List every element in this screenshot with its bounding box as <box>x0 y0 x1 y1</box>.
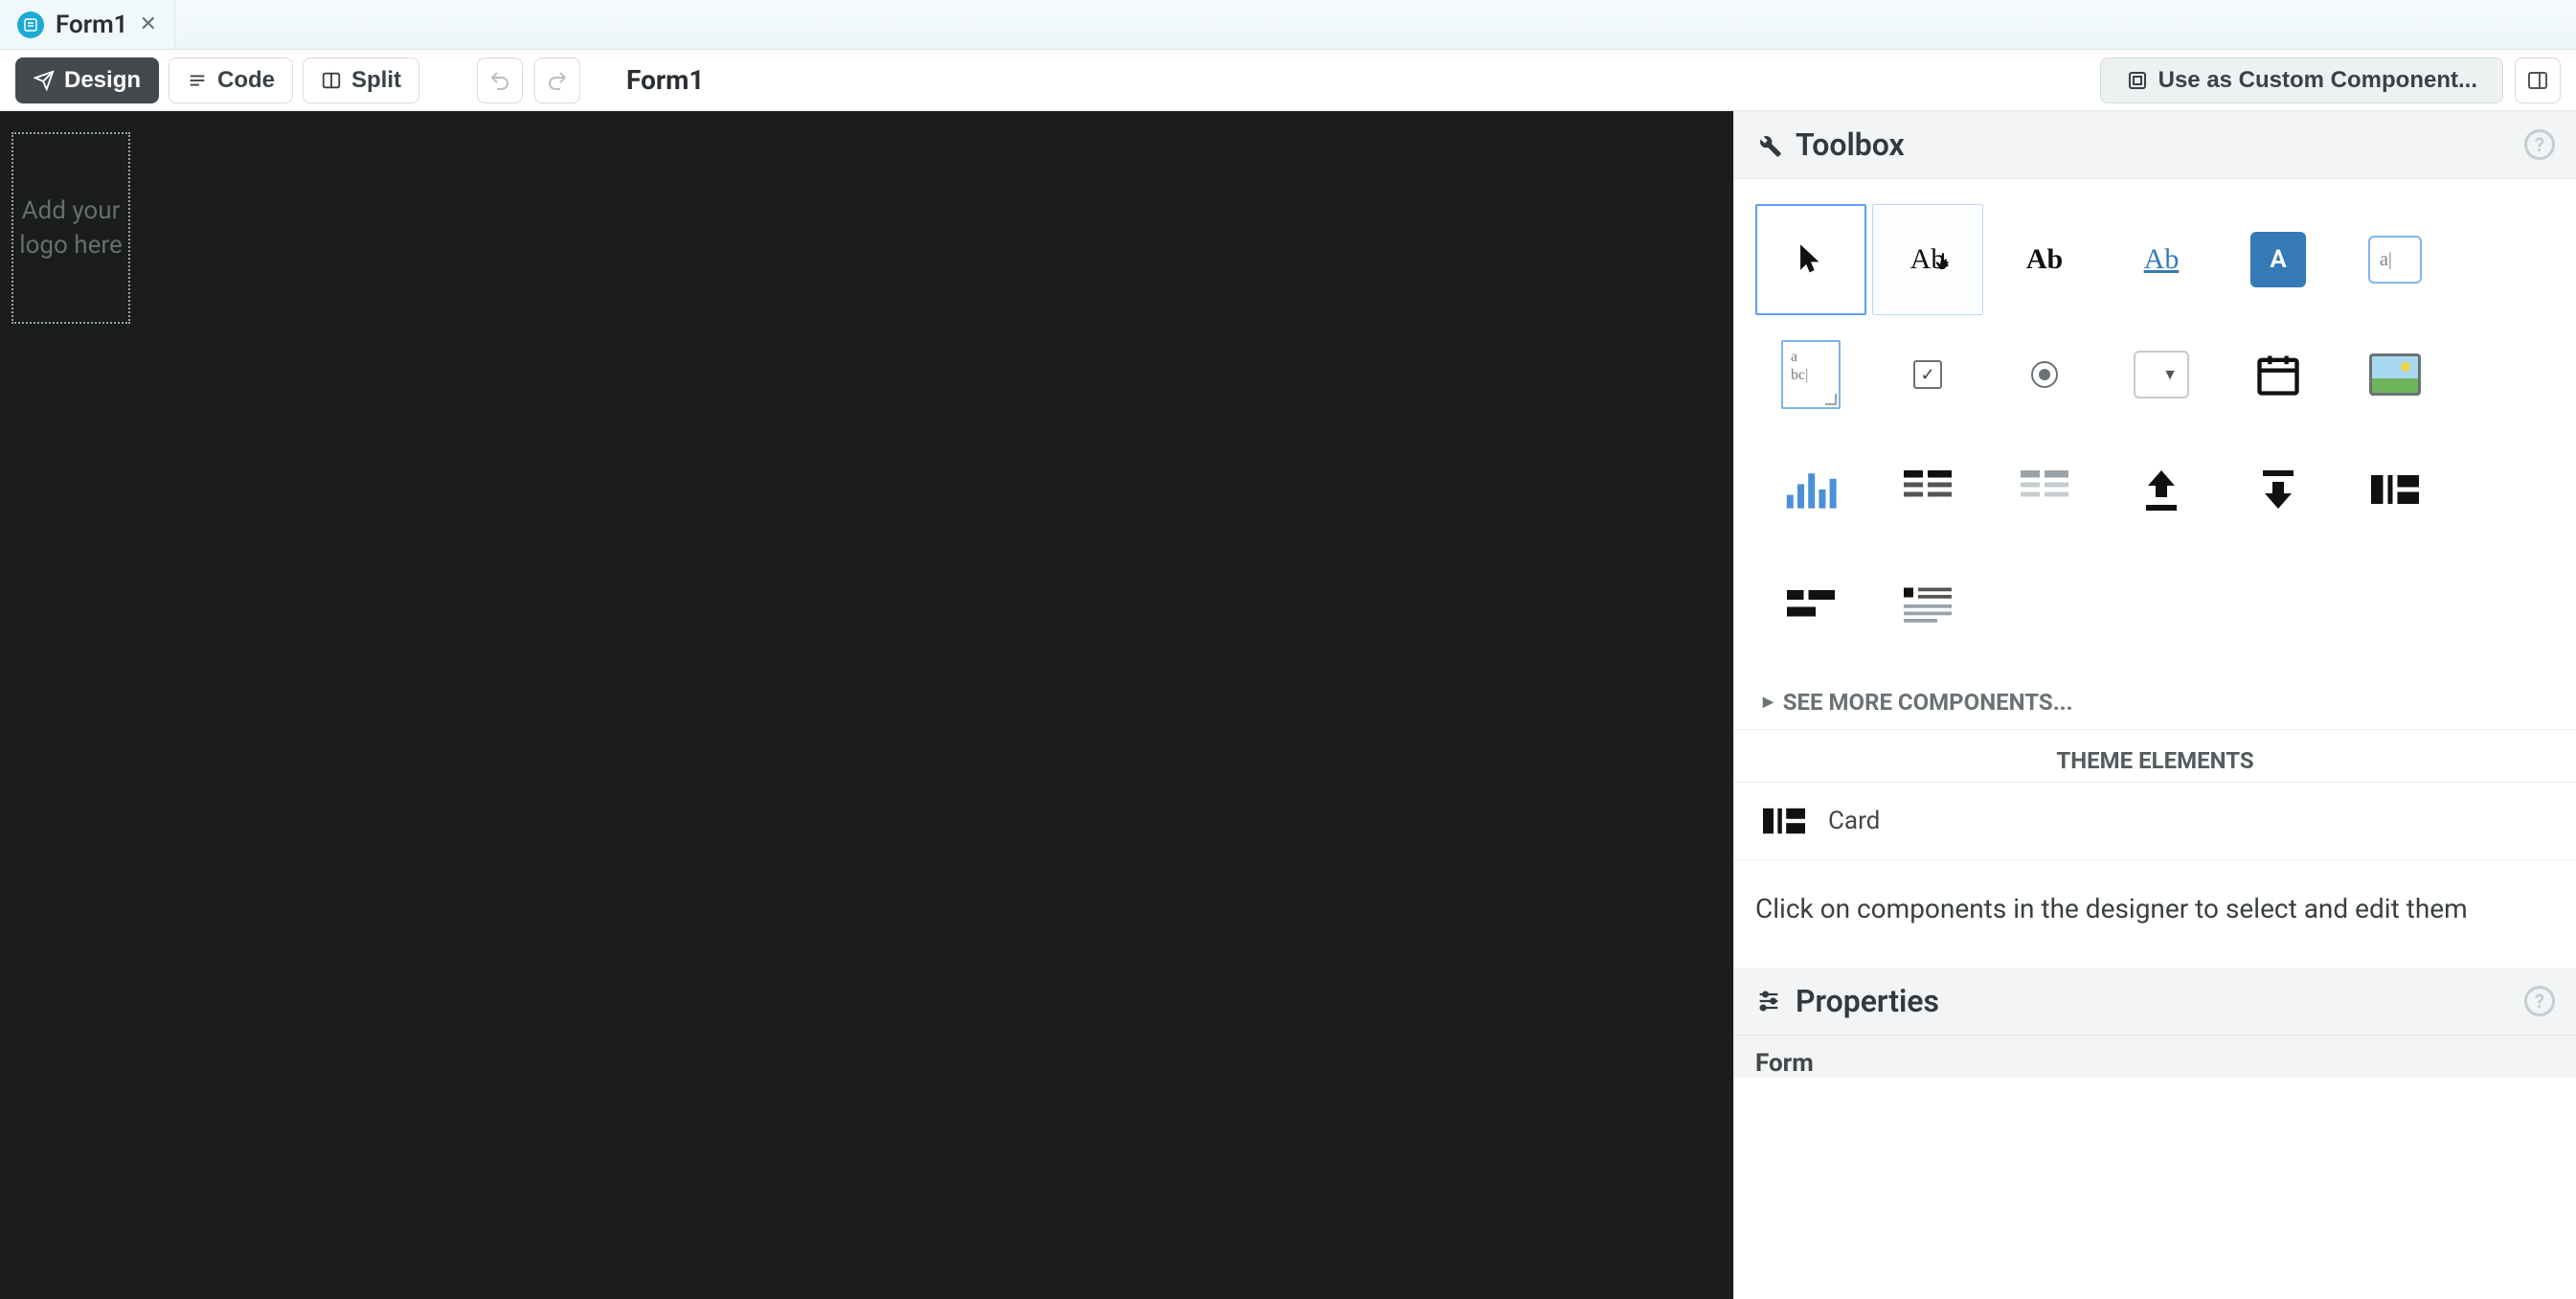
chart-icon <box>1784 467 1838 513</box>
panel-toggle-button[interactable] <box>2515 57 2561 103</box>
tool-radio[interactable] <box>1989 319 2100 430</box>
see-more-components[interactable]: ▶ SEE MORE COMPONENTS... <box>1734 675 2576 730</box>
columns-icon <box>2370 470 2420 509</box>
help-icon[interactable]: ? <box>2524 986 2555 1016</box>
tool-rich-text[interactable] <box>1872 549 1983 660</box>
toolbox-header: Toolbox ? <box>1734 111 2576 179</box>
link-icon: Ab <box>2144 243 2180 276</box>
tab-label: Form1 <box>56 11 128 39</box>
tool-button[interactable]: A <box>2223 204 2334 315</box>
redo-button[interactable] <box>534 57 580 103</box>
help-icon[interactable]: ? <box>2524 129 2555 160</box>
tool-column-panel[interactable] <box>2339 434 2451 545</box>
tool-download[interactable] <box>2223 434 2334 545</box>
card-label: Card <box>1828 807 1880 835</box>
properties-title: Properties <box>1796 983 1939 1019</box>
textbox-icon: a| <box>2368 236 2422 284</box>
logo-placeholder[interactable]: Add your logo here <box>11 132 130 324</box>
card-icon <box>1763 804 1805 838</box>
tool-label[interactable]: Ab <box>1872 204 1983 315</box>
toolbox-title: Toolbox <box>1796 126 1905 163</box>
undo-button[interactable] <box>477 57 523 103</box>
use-as-component-label: Use as Custom Component... <box>2158 67 2477 94</box>
checkbox-icon: ✓ <box>1913 360 1942 389</box>
split-label: Split <box>351 67 401 94</box>
datagrid-icon <box>1903 470 1953 509</box>
design-label: Design <box>64 67 141 94</box>
cursor-icon <box>1798 243 1823 276</box>
hint-text: Click on components in the designer to s… <box>1734 860 2576 968</box>
toolbox-grid: Ab Ab Ab A a| abc| <box>1734 179 2576 668</box>
chevron-right-icon: ▶ <box>1763 695 1774 710</box>
textarea-icon: abc| <box>1781 340 1841 409</box>
toolbar: Design Code Split Form1 Use as Custom Co… <box>0 50 2576 111</box>
form-icon <box>17 11 44 38</box>
upload-icon <box>2138 467 2184 513</box>
use-as-component-button[interactable]: Use as Custom Component... <box>2100 57 2503 103</box>
tool-datagrid[interactable] <box>1872 434 1983 545</box>
tool-link[interactable]: Ab <box>2106 204 2217 315</box>
image-icon <box>2369 353 2421 396</box>
design-canvas[interactable]: Add your logo here <box>0 111 1733 1299</box>
split-button[interactable]: Split <box>303 57 419 103</box>
tab-form1[interactable]: Form1 ✕ <box>0 0 175 49</box>
tool-chart[interactable] <box>1755 434 1866 545</box>
download-icon <box>2255 467 2301 513</box>
see-more-label: SEE MORE COMPONENTS... <box>1783 689 2073 716</box>
tool-fileloader[interactable] <box>2106 434 2217 545</box>
wrench-icon <box>1755 131 1782 158</box>
tool-dropdown[interactable]: ▼ <box>2106 319 2217 430</box>
tool-pointer[interactable] <box>1755 204 1866 315</box>
dropdown-icon: ▼ <box>2134 351 2189 399</box>
code-label: Code <box>217 67 275 94</box>
heading-icon: Ab <box>2026 243 2063 276</box>
sliders-icon <box>1755 988 1782 1014</box>
tool-repeating-panel[interactable] <box>1989 434 2100 545</box>
hand-cursor-icon <box>1932 251 1955 274</box>
tool-flow-panel[interactable] <box>1755 549 1866 660</box>
selected-component-name: Form <box>1734 1036 2576 1078</box>
design-button[interactable]: Design <box>15 57 159 103</box>
button-icon: A <box>2250 232 2306 287</box>
tool-checkbox[interactable]: ✓ <box>1872 319 1983 430</box>
calendar-icon <box>2253 350 2303 399</box>
sidebar: Toolbox ? Ab Ab Ab <box>1733 111 2576 1299</box>
tool-datepicker[interactable] <box>2223 319 2334 430</box>
radio-icon <box>2031 361 2058 388</box>
richtext-icon <box>1903 585 1953 624</box>
close-icon[interactable]: ✕ <box>140 12 157 36</box>
properties-header[interactable]: Properties ? <box>1734 968 2576 1036</box>
tool-textbox[interactable]: a| <box>2339 204 2451 315</box>
tool-image[interactable] <box>2339 319 2451 430</box>
code-button[interactable]: Code <box>169 57 293 103</box>
theme-card[interactable]: Card <box>1734 783 2576 859</box>
theme-elements-heading: THEME ELEMENTS <box>1734 730 2576 783</box>
form-title: Form1 <box>626 64 704 96</box>
flow-icon <box>1786 585 1836 624</box>
tab-bar: Form1 ✕ <box>0 0 2576 50</box>
tool-textarea[interactable]: abc| <box>1755 319 1866 430</box>
repeating-icon <box>2020 470 2069 509</box>
tool-heading[interactable]: Ab <box>1989 204 2100 315</box>
